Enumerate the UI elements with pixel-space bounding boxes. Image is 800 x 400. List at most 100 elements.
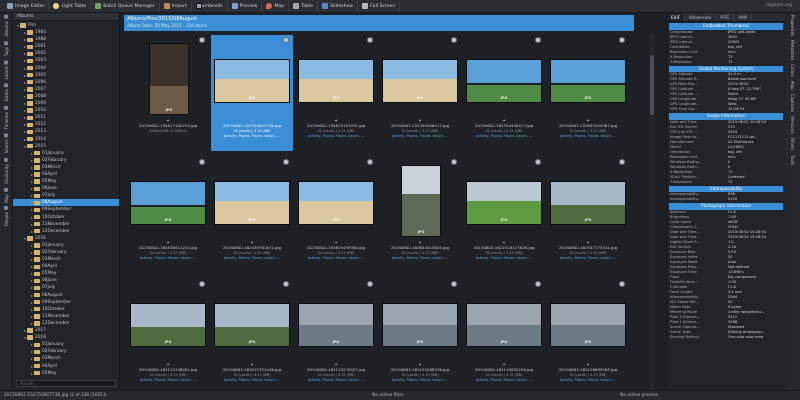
- right-sidebar-tab-map[interactable]: Map: [785, 79, 800, 92]
- thumbnail-item[interactable]: JPG ✦ 20150802-162119052256.jpg 50 (cards) …: [463, 279, 545, 390]
- tree-item[interactable]: ▸ 06June: [13, 277, 119, 284]
- tree-item[interactable]: ▸ 03March: [13, 256, 119, 263]
- thumbnail-image[interactable]: JPG: [214, 59, 290, 103]
- metadata-tab-iptc[interactable]: IPTC: [716, 13, 735, 21]
- toolbar-button-batch-queue-manager[interactable]: Batch Queue Manager: [91, 0, 160, 12]
- tree-item[interactable]: ▸ 2006: [13, 79, 119, 86]
- thumbnail-image[interactable]: JPG: [550, 303, 626, 347]
- tree-item[interactable]: ▸ 2009: [13, 100, 119, 107]
- metadata-tab-xmp[interactable]: XMP: [734, 13, 753, 21]
- thumbnail-image[interactable]: JPG: [214, 181, 290, 225]
- tree-item[interactable]: ▾ Pics: [13, 22, 119, 29]
- thumbnail-scrollbar[interactable]: [650, 35, 654, 390]
- thumbnail-item[interactable]: JPG ✦ 20150802-163654013825.jpg 50 (cards) …: [379, 157, 461, 273]
- sidebar-tab-search[interactable]: Search: [0, 131, 13, 155]
- tree-item[interactable]: ▸ 10October: [13, 214, 119, 221]
- sidebar-tab-map[interactable]: Map: [0, 186, 13, 205]
- tree-item[interactable]: ▸ 2013: [13, 128, 119, 135]
- thumbnail-image[interactable]: JPG: [382, 303, 458, 347]
- tree-item[interactable]: ▸ 08August: [13, 292, 119, 299]
- tree-item[interactable]: ▸ 10October: [13, 306, 119, 313]
- toolbar-button-thumbnails[interactable]: Thumbnails: [192, 0, 228, 12]
- tree-item[interactable]: ▸ 2008: [13, 93, 119, 100]
- tree-item[interactable]: ▸ 05May: [13, 270, 119, 277]
- metadata-tab-makernote[interactable]: Makernote: [685, 13, 717, 21]
- tree-item[interactable]: ▸ 04April: [13, 363, 119, 370]
- tree-item[interactable]: ▸ 04April: [13, 171, 119, 178]
- sidebar-tab-tags[interactable]: Tags: [0, 39, 13, 58]
- tree-item[interactable]: ▸ 02February: [13, 157, 119, 164]
- thumbnail-item[interactable]: JPG ✦ 20150802-192813151932.jpg 50 (cards) …: [295, 35, 377, 151]
- toolbar-button-slideshow[interactable]: Slideshow: [318, 0, 359, 12]
- thumbnail-item[interactable]: JPG ✦ 20150802-192817102234.jpg 2048x1536 (…: [127, 35, 209, 151]
- toolbar-button-import[interactable]: Import: [160, 0, 192, 12]
- tree-item[interactable]: ▸ 05May: [13, 370, 119, 377]
- album-search-input[interactable]: Search...: [16, 380, 116, 387]
- tree-item[interactable]: ▸ 03March: [13, 355, 119, 362]
- tree-item[interactable]: ▸ 12December: [13, 320, 119, 327]
- thumbnail-image[interactable]: JPG: [466, 303, 542, 347]
- thumbnail-image[interactable]: JPG: [130, 303, 206, 347]
- toolbar-button-table[interactable]: Table: [289, 0, 319, 12]
- thumbnail-item[interactable]: JPG ✦ 20150802-162126899765.jpg 50 (cards) …: [547, 279, 629, 390]
- thumbnail-image[interactable]: JPG: [550, 59, 626, 103]
- thumbnail-item[interactable]: JPG ✦ 20150802-192855459360.jpg 50 (cards) …: [295, 157, 377, 273]
- tree-item[interactable]: ▸ 01January: [13, 242, 119, 249]
- tree-item[interactable]: ▾ 2016: [13, 235, 119, 242]
- sidebar-tab-timeline[interactable]: Timeline: [0, 104, 13, 132]
- tree-item[interactable]: ▸ 09September: [13, 299, 119, 306]
- thumbnail-image[interactable]: JPG: [550, 181, 626, 225]
- right-sidebar-tab-properties[interactable]: Properties: [785, 13, 800, 38]
- right-sidebar-tab-versions[interactable]: Versions: [785, 114, 800, 136]
- thumbnail-image[interactable]: JPG: [382, 59, 458, 103]
- tree-item[interactable]: ▸ 2014: [13, 136, 119, 143]
- tree-item[interactable]: ▸ 2012: [13, 121, 119, 128]
- tree-item[interactable]: ▸ 08August: [13, 199, 119, 207]
- toolbar-button-preview[interactable]: Preview: [228, 0, 263, 12]
- tree-item[interactable]: ▸ 2011: [13, 114, 119, 121]
- thumbnail-item[interactable]: JPG ✦ 20150802-162231811761B.jpg 50 (cards)…: [463, 157, 545, 273]
- right-sidebar-tab-filters[interactable]: Filters: [785, 136, 800, 153]
- tree-item[interactable]: ▸ 11November: [13, 313, 119, 320]
- thumbnail-image[interactable]: JPG: [466, 181, 542, 225]
- tree-item[interactable]: ▸ 04April: [13, 263, 119, 270]
- scrollbar-knob[interactable]: [650, 55, 654, 115]
- thumbnail-item[interactable]: JPG ✦ 20150802-152350446417.jpg 50 (cards) …: [379, 35, 461, 151]
- tree-item[interactable]: ▾ 2018: [13, 334, 119, 341]
- tree-item[interactable]: ▸ 2005: [13, 72, 119, 79]
- tree-item[interactable]: ▸ 2017: [13, 327, 119, 334]
- tree-item[interactable]: ▸ 02February: [13, 249, 119, 256]
- tree-item[interactable]: ▸ 07July: [13, 192, 119, 199]
- toolbar-button-map[interactable]: Map: [262, 0, 290, 12]
- thumbnail-item[interactable]: JPG ✦ 20150802-162012751446.jpg 50 (cards) …: [211, 279, 293, 390]
- sidebar-tab-dates[interactable]: Dates: [0, 81, 13, 103]
- tree-item[interactable]: ▸ 03March: [13, 164, 119, 171]
- right-sidebar-tab-metadata[interactable]: Metadata: [785, 38, 800, 62]
- tree-item[interactable]: ▸ 01January: [13, 341, 119, 348]
- thumbnail-item[interactable]: JPG ✦ 20150802-152750827736.jpg 50 (cards) …: [211, 35, 293, 151]
- tree-item[interactable]: ▸ 09September: [13, 206, 119, 213]
- right-sidebar-tab-tools[interactable]: Tools: [785, 153, 800, 167]
- thumbnail-image[interactable]: JPG: [130, 181, 206, 225]
- thumbnail-image[interactable]: JPG: [298, 59, 374, 103]
- thumbnail-item[interactable]: JPG ✦ 20150802-162547773341.jpg 50 (cards) …: [547, 157, 629, 273]
- thumbnail-item[interactable]: JPG ✦ 20150802-162354449417.jpg 50 (cards) …: [463, 35, 545, 151]
- thumbnail-image[interactable]: JPG: [401, 165, 441, 237]
- tree-item[interactable]: ▸ 2010: [13, 107, 119, 114]
- status-filter[interactable]: No active filter: [372, 393, 404, 398]
- tree-item[interactable]: ▸ 1984: [13, 29, 119, 36]
- sidebar-tab-people[interactable]: People: [0, 204, 13, 228]
- tree-item[interactable]: ▸ 2003: [13, 57, 119, 64]
- tree-item[interactable]: ▸ 07July: [13, 284, 119, 291]
- thumbnail-item[interactable]: JPG ✦ 20150802-162112748401.jpg 50 (cards) …: [127, 279, 209, 390]
- tree-item[interactable]: ▸ 2001: [13, 43, 119, 50]
- toolbar-button-light-table[interactable]: Light Table: [49, 0, 92, 12]
- right-sidebar-tab-colors[interactable]: Colors: [785, 62, 800, 79]
- tree-item[interactable]: ▸ 11November: [13, 221, 119, 228]
- thumbnail-image[interactable]: JPG: [298, 303, 374, 347]
- tree-item[interactable]: ▸ 06June: [13, 185, 119, 192]
- thumbnail-item[interactable]: JPG ✦ 20150802-162113279027.jpg 50 (cards) …: [295, 279, 377, 390]
- tree-item[interactable]: ▾ 2015: [13, 143, 119, 150]
- tree-item[interactable]: ▸ 1988: [13, 36, 119, 43]
- thumbnail-item[interactable]: JPG ✦ 20150802-152853344367.jpg 50 (cards) …: [547, 35, 629, 151]
